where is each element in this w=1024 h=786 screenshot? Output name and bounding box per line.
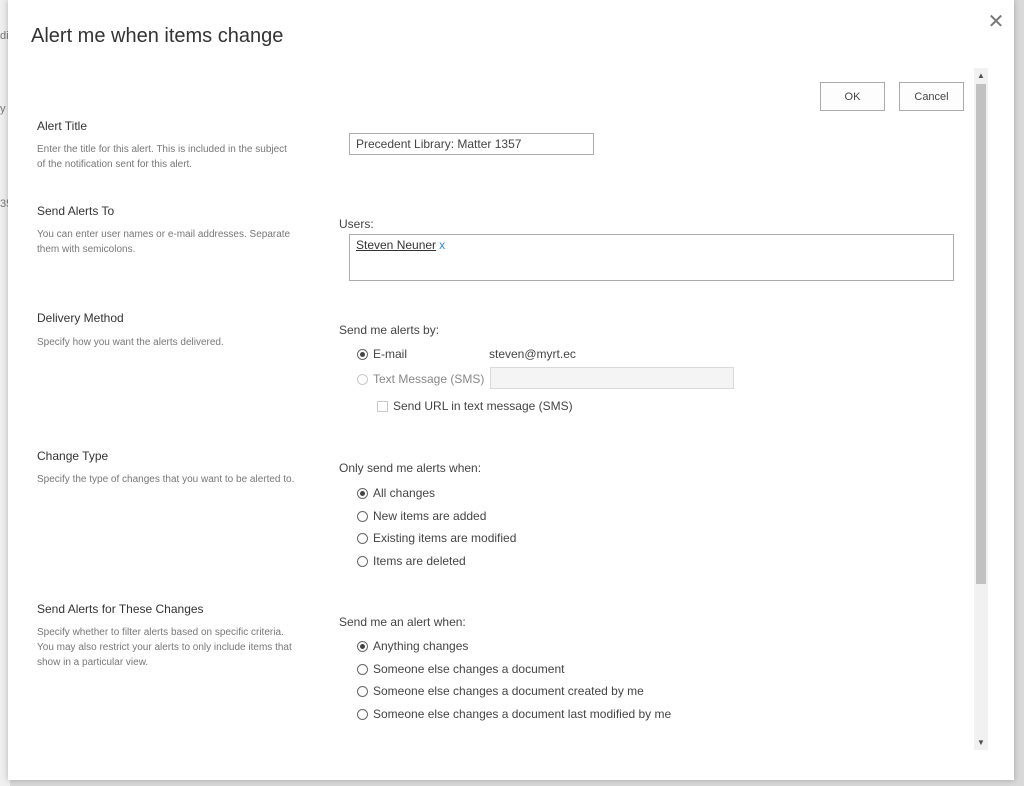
delivery-prompt: Send me alerts by:: [339, 323, 440, 337]
alert-title-heading: Alert Title: [37, 119, 88, 133]
radio-button[interactable]: [357, 685, 368, 697]
email-radio[interactable]: [357, 348, 368, 360]
sms-radio[interactable]: [357, 373, 368, 385]
filter-heading: Send Alerts for These Changes: [37, 602, 204, 616]
radio-button[interactable]: [357, 532, 368, 544]
background-text: y: [0, 103, 6, 115]
filter-option[interactable]: Anything changes: [357, 639, 468, 653]
alert-title-description: Enter the title for this alert. This is …: [37, 144, 287, 170]
users-label: Users:: [339, 217, 374, 231]
sms-number-input[interactable]: [490, 367, 734, 389]
change-type-option[interactable]: Existing items are modified: [357, 531, 516, 545]
radio-button[interactable]: [357, 555, 368, 567]
change-type-heading: Change Type: [37, 449, 109, 463]
close-icon[interactable]: ✕: [986, 12, 1006, 32]
option-label: Existing items are modified: [373, 531, 517, 545]
filter-description: Specify whether to filter alerts based o…: [37, 627, 292, 668]
filter-prompt: Send me an alert when:: [339, 615, 466, 629]
alert-title-input[interactable]: Precedent Library: Matter 1357: [349, 133, 594, 155]
option-label: New items are added: [373, 509, 487, 523]
change-type-prompt: Only send me alerts when:: [339, 461, 482, 475]
change-type-description: Specify the type of changes that you wan…: [37, 474, 295, 485]
user-token[interactable]: Steven Neuner: [356, 238, 436, 252]
alert-dialog: Alert me when items change ✕ OK Cancel A…: [8, 0, 1014, 780]
send-to-description: You can enter user names or e-mail addre…: [37, 229, 291, 255]
delivery-description: Specify how you want the alerts delivere…: [37, 337, 224, 348]
filter-option[interactable]: Someone else changes a document: [357, 662, 564, 676]
radio-button[interactable]: [357, 708, 368, 720]
change-type-option[interactable]: New items are added: [357, 509, 486, 523]
option-label: Items are deleted: [373, 554, 466, 568]
sms-url-label: Send URL in text message (SMS): [393, 399, 573, 413]
sms-label: Text Message (SMS): [373, 372, 485, 386]
radio-button[interactable]: [357, 487, 368, 499]
radio-button[interactable]: [357, 640, 368, 652]
sms-url-checkbox[interactable]: [377, 400, 388, 412]
option-label: Someone else changes a document: [373, 662, 565, 676]
email-label: E-mail: [373, 347, 408, 361]
change-type-option[interactable]: Items are deleted: [357, 554, 466, 568]
cancel-button[interactable]: Cancel: [899, 82, 964, 111]
filter-option[interactable]: Someone else changes a document created …: [357, 684, 644, 698]
email-address: steven@myrt.ec: [489, 347, 576, 361]
scroll-up-icon[interactable]: ▲: [974, 69, 988, 83]
delivery-email-option[interactable]: E-mail: [357, 347, 407, 361]
remove-user-icon[interactable]: x: [439, 238, 445, 252]
scrollbar-thumb[interactable]: [976, 84, 986, 584]
radio-button[interactable]: [357, 510, 368, 522]
option-label: Anything changes: [373, 639, 469, 653]
change-type-option[interactable]: All changes: [357, 486, 435, 500]
dialog-title: Alert me when items change: [31, 25, 284, 47]
delivery-sms-option[interactable]: Text Message (SMS): [357, 372, 484, 386]
sms-url-option[interactable]: Send URL in text message (SMS): [377, 399, 573, 413]
option-label: All changes: [373, 486, 436, 500]
scroll-down-icon[interactable]: ▼: [974, 736, 988, 750]
filter-option[interactable]: Someone else changes a document last mod…: [357, 707, 671, 721]
option-label: Someone else changes a document last mod…: [373, 707, 672, 721]
users-field[interactable]: Steven Neuner x: [349, 234, 954, 281]
radio-button[interactable]: [357, 663, 368, 675]
delivery-heading: Delivery Method: [37, 311, 124, 325]
option-label: Someone else changes a document created …: [373, 684, 644, 698]
send-to-heading: Send Alerts To: [37, 204, 115, 218]
ok-button[interactable]: OK: [820, 82, 885, 111]
